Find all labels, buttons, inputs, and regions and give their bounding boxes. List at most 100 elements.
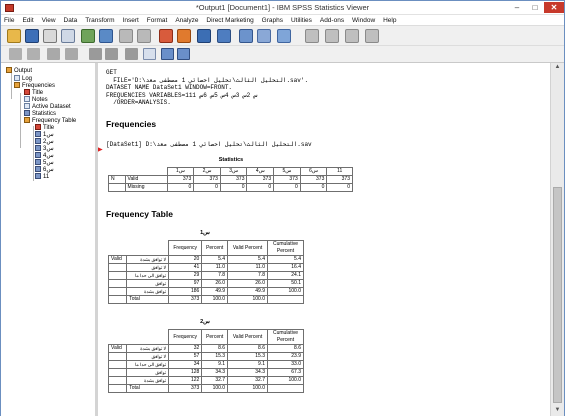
statistics-caption: Statistics	[218, 157, 244, 163]
menu-addons[interactable]: Add-ons	[317, 15, 347, 26]
table-icon	[35, 166, 41, 172]
select-last-output-icon[interactable]	[177, 48, 190, 60]
col-header: 3ﺱ	[219, 167, 248, 176]
frequencies-book-icon	[14, 82, 20, 88]
outline-pane: Output Log Frequencies Title Notes Activ…	[1, 63, 98, 416]
table-row: Total 373 100.0 100.0	[107, 295, 304, 304]
menu-edit[interactable]: Edit	[19, 15, 36, 26]
script-icon[interactable]	[345, 29, 359, 43]
menu-data[interactable]: Data	[61, 15, 81, 26]
open-icon[interactable]	[7, 29, 21, 43]
variables-icon[interactable]	[217, 29, 231, 43]
log-icon	[14, 75, 20, 81]
frequency-table-1: Frequency Percent Valid Percent Cumulative …	[107, 240, 304, 304]
menu-transform[interactable]: Transform	[82, 15, 117, 26]
redo-icon[interactable]	[137, 29, 151, 43]
value-labels-icon[interactable]	[277, 29, 291, 43]
spell-check-icon[interactable]	[325, 29, 339, 43]
table-row: توافق الى حدا ما 29 7.8 7.8 24.1	[107, 271, 304, 280]
statistics-table-icon	[24, 110, 30, 116]
expand-icon[interactable]	[47, 48, 60, 60]
minimize-button[interactable]: –	[508, 2, 526, 13]
title-icon	[24, 89, 30, 95]
undo-icon[interactable]	[119, 29, 133, 43]
table-row: توافق 128 34.3 34.3 67.3	[107, 368, 304, 377]
menu-format[interactable]: Format	[144, 15, 171, 26]
notes-icon	[24, 96, 30, 102]
menu-file[interactable]: File	[1, 15, 17, 26]
menu-window[interactable]: Window	[349, 15, 378, 26]
frequency-table-book-icon	[24, 117, 30, 123]
goto-variable-icon[interactable]	[197, 29, 211, 43]
menu-help[interactable]: Help	[380, 15, 399, 26]
insert-title-icon[interactable]	[143, 48, 156, 60]
print-preview-icon[interactable]	[61, 29, 75, 43]
export-icon[interactable]	[81, 29, 95, 43]
table-icon	[35, 145, 41, 151]
close-button[interactable]: ✕	[544, 2, 564, 13]
recall-dialog-icon[interactable]	[99, 29, 113, 43]
selected-item-arrow-icon: ➤	[98, 145, 103, 154]
menu-insert[interactable]: Insert	[120, 15, 142, 26]
custom-tables-icon[interactable]	[365, 29, 379, 43]
table1-caption: 1ﺱ	[200, 230, 210, 236]
scroll-thumb[interactable]	[553, 187, 562, 403]
col-header: 2ﺱ	[193, 167, 221, 176]
scroll-down-icon[interactable]: ▼	[551, 406, 564, 415]
show-all-variables-icon[interactable]	[257, 29, 271, 43]
goto-data-icon[interactable]	[159, 29, 173, 43]
menu-view[interactable]: View	[39, 15, 59, 26]
show-icon[interactable]	[89, 48, 102, 60]
frequencies-heading: Frequencies	[106, 119, 157, 129]
syntax-log: GET FILE='D:\التحليل الثالث\تحليل احصائي…	[106, 69, 309, 106]
title-icon	[35, 124, 41, 130]
insert-heading-icon[interactable]	[125, 48, 138, 60]
print-icon[interactable]	[43, 29, 57, 43]
table-row: لا توافق 41 11.0 11.0 16.4	[107, 263, 304, 272]
active-dataset-icon	[24, 103, 30, 109]
designate-window-icon[interactable]	[305, 29, 319, 43]
use-sets-icon[interactable]	[239, 29, 253, 43]
menu-utilities[interactable]: Utilities	[288, 15, 315, 26]
output-book-icon	[6, 67, 12, 73]
table-row: توافق بشدة 122 32.7 32.7 100.0	[107, 376, 304, 385]
table-icon	[35, 131, 41, 137]
table-icon	[35, 173, 41, 179]
dataset-line: [DataSet1] D:\التحليل الثالث\تحليل احصائ…	[106, 141, 312, 148]
window-title: *Output1 [Document1] - IBM SPSS Statisti…	[195, 3, 370, 12]
table-row: توافق بشدة 186 49.9 49.9 100.0	[107, 287, 304, 296]
save-icon[interactable]	[25, 29, 39, 43]
insert-text-icon[interactable]	[161, 48, 174, 60]
scroll-up-icon[interactable]: ▲	[551, 63, 564, 72]
hide-icon[interactable]	[105, 48, 118, 60]
back-icon[interactable]	[9, 48, 22, 60]
col-header: 5ﺱ	[273, 167, 301, 176]
table-row: Total 373 100.0 100.0	[107, 384, 304, 393]
nav-item-7[interactable]: 11	[35, 173, 49, 181]
collapse-icon[interactable]	[65, 48, 78, 60]
col-header: 11	[326, 167, 353, 176]
table-row: Missing 0000000	[108, 183, 353, 192]
forward-icon[interactable]	[27, 48, 40, 60]
output-content: GET FILE='D:\التحليل الثالث\تحليل احصائي…	[98, 63, 550, 416]
menu-bar: File Edit View Data Transform Insert For…	[1, 15, 564, 26]
menu-graphs[interactable]: Graphs	[259, 15, 286, 26]
title-bar: *Output1 [Document1] - IBM SPSS Statisti…	[1, 1, 564, 15]
table-row: لا توافق 57 15.3 15.3 23.9	[107, 352, 304, 361]
spss-viewer-window: *Output1 [Document1] - IBM SPSS Statisti…	[0, 0, 565, 416]
table-row: Valid لا توافق بشدة 32 8.6 8.6 8.6	[107, 344, 304, 353]
frequency-table-heading: Frequency Table	[106, 209, 173, 219]
table-icon	[35, 159, 41, 165]
table2-caption: 2ﺱ	[200, 319, 210, 325]
menu-analyze[interactable]: Analyze	[172, 15, 201, 26]
main-toolbar	[1, 26, 564, 46]
maximize-button[interactable]: □	[526, 2, 544, 13]
nav-output[interactable]: Output	[6, 67, 32, 75]
vertical-scrollbar[interactable]: ▲ ▼	[550, 63, 564, 416]
col-header: 4ﺱ	[246, 167, 275, 176]
table-icon	[35, 138, 41, 144]
statistics-table: 1ﺱ 2ﺱ 3ﺱ 4ﺱ 5ﺱ 6ﺱ 11 N Valid 373 373 373 373…	[108, 167, 353, 192]
goto-case-icon[interactable]	[177, 29, 191, 43]
menu-direct-marketing[interactable]: Direct Marketing	[203, 15, 256, 26]
table-row: N Valid 373 373 373 373 373 373 373	[108, 175, 353, 184]
